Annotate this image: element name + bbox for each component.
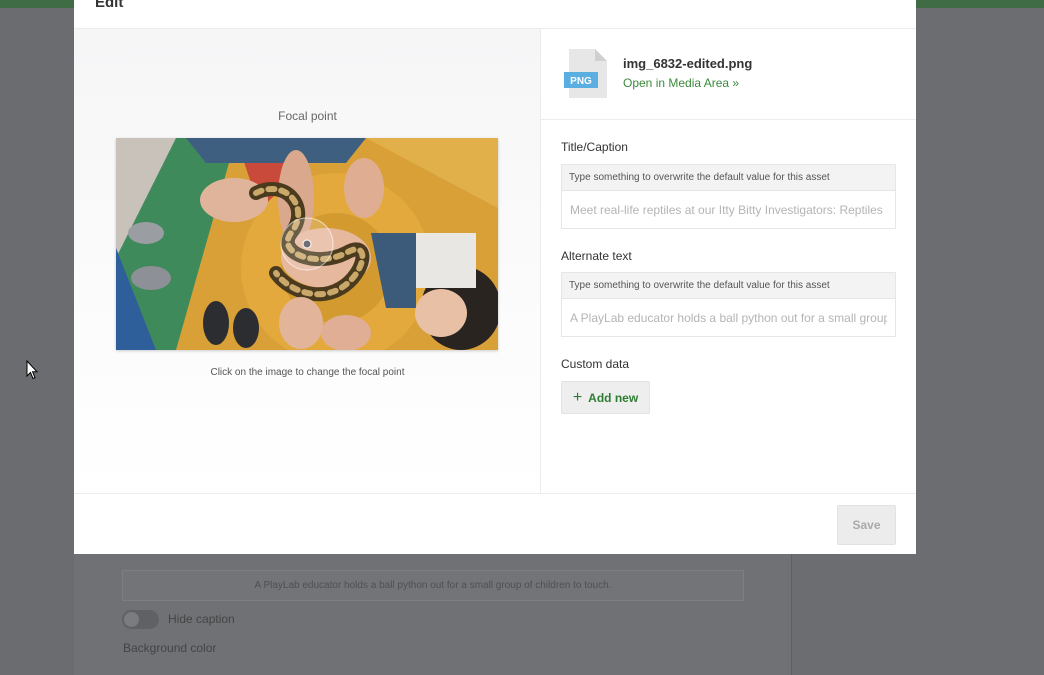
- add-new-button[interactable]: + Add new: [561, 381, 650, 414]
- background-color-label: Background color: [123, 641, 217, 655]
- alt-text-input[interactable]: [562, 299, 895, 336]
- focal-point-image[interactable]: [116, 138, 498, 350]
- hide-caption-toggle: [122, 610, 159, 629]
- hide-caption-label: Hide caption: [168, 612, 235, 626]
- png-file-icon: PNG: [564, 49, 607, 98]
- modal-header: Edit: [74, 0, 916, 29]
- open-in-media-area-link[interactable]: Open in Media Area »: [623, 76, 739, 90]
- png-badge-text: PNG: [570, 76, 592, 87]
- focal-point-pane: Focal point Click on the image to change…: [74, 29, 541, 493]
- focal-point-label: Focal point: [278, 109, 337, 123]
- file-info: PNG img_6832-edited.png Open in Media Ar…: [541, 29, 916, 120]
- asset-form-pane: PNG img_6832-edited.png Open in Media Ar…: [541, 29, 916, 493]
- add-new-label: Add new: [588, 390, 639, 405]
- title-caption-label: Title/Caption: [561, 140, 628, 154]
- backdrop-left: [0, 8, 74, 675]
- title-caption-field: Type something to overwrite the default …: [561, 164, 896, 229]
- title-caption-hint: Type something to overwrite the default …: [562, 165, 895, 191]
- save-button[interactable]: Save: [837, 505, 896, 545]
- custom-data-label: Custom data: [561, 357, 630, 371]
- plus-icon: +: [572, 388, 583, 406]
- mouse-cursor-icon: [26, 360, 38, 380]
- focal-point-hint: Click on the image to change the focal p…: [210, 367, 405, 378]
- modal-footer: Save: [74, 493, 916, 554]
- modal-title: Edit: [95, 0, 124, 11]
- alt-text-hint: Type something to overwrite the default …: [562, 273, 895, 299]
- file-name: img_6832-edited.png: [623, 56, 753, 71]
- alt-text-field: Type something to overwrite the default …: [561, 272, 896, 337]
- focal-photo: [116, 138, 498, 350]
- backdrop-caption-field: A PlayLab educator holds a ball python o…: [122, 570, 744, 601]
- alt-text-label: Alternate text: [561, 249, 632, 263]
- edit-modal: Edit Focal point Click on the image to c…: [74, 0, 916, 554]
- title-caption-input[interactable]: [562, 191, 895, 228]
